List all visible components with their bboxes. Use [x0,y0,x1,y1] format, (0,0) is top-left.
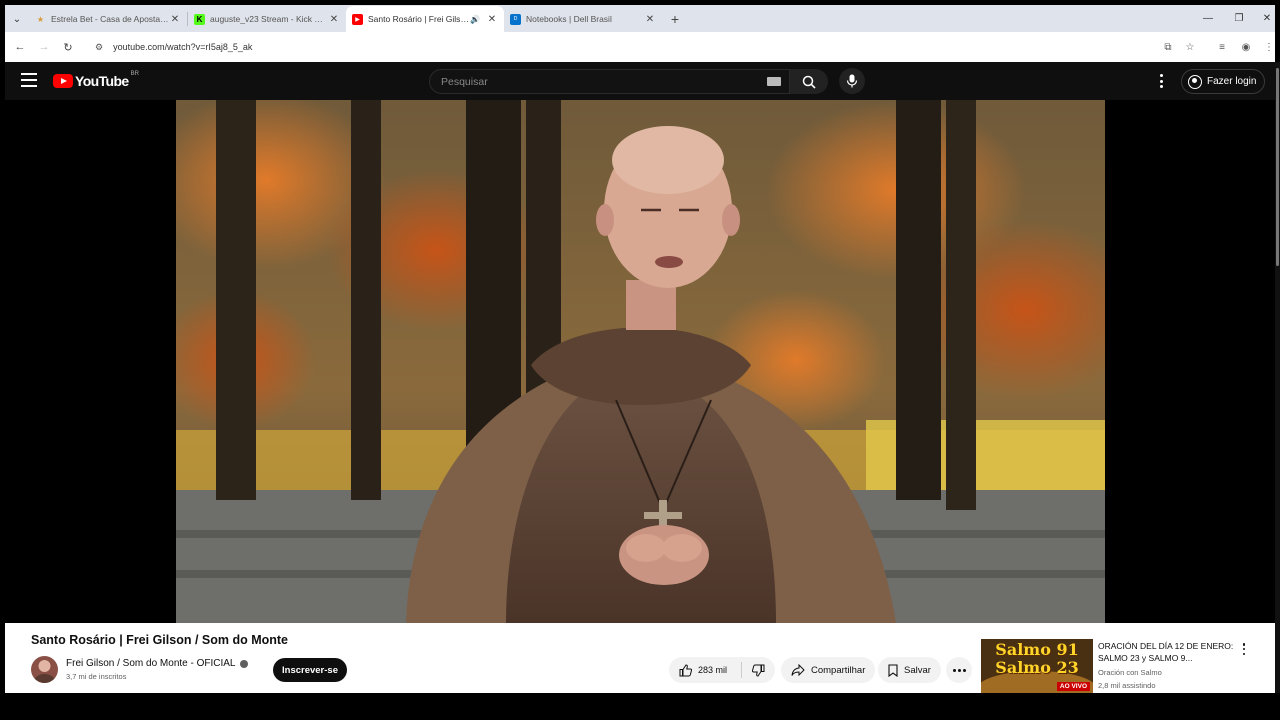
browser-toolbar: ← → ↻ ⚙ youtube.com/watch?v=rI5aj8_5_ak … [5,32,1275,62]
channel-name[interactable]: Frei Gilson / Som do Monte - OFICIAL [66,658,248,669]
tab-title: Santo Rosário | Frei Gilson / [368,14,471,24]
dell-favicon-icon: D [510,13,521,25]
like-button[interactable]: 283 mil [669,663,741,677]
save-label: Salvar [904,664,931,676]
thumbs-up-icon [679,663,692,676]
tab-kick[interactable]: K auguste_v23 Stream - Kick Dash ✕ [188,6,346,32]
tab-search-dropdown[interactable]: ⌄ [5,6,29,32]
address-bar[interactable]: ⚙ youtube.com/watch?v=rI5aj8_5_ak [89,36,1159,58]
install-app-icon[interactable]: ⧉ [1157,35,1179,59]
recommendation-menu-icon[interactable] [1241,643,1247,655]
video-info: Santo Rosário | Frei Gilson / Som do Mon… [5,623,1275,693]
tab-estrela-bet[interactable]: ★ Estrela Bet - Casa de Aposta Es ✕ [29,6,187,32]
dislike-button[interactable] [742,664,775,677]
media-controls-icon[interactable]: ≡ [1211,35,1233,59]
reload-icon[interactable]: ↻ [56,35,80,59]
video-frame-image [176,100,1105,623]
site-info-icon[interactable]: ⚙ [95,42,103,53]
recommended-channel-name[interactable]: Oración con Salmo [1098,668,1162,677]
thumbnail-text: Salmo 91 [995,640,1079,659]
youtube-favicon-icon: ▶ [352,13,363,25]
tab-title: Estrela Bet - Casa de Aposta Es [51,14,169,24]
tab-youtube[interactable]: ▶ Santo Rosário | Frei Gilson / 🔊 ✕ [346,6,504,32]
search-box [429,69,790,94]
browser-menu-icon[interactable]: ⋮ [1258,35,1280,59]
screen: ⌄ ★ Estrela Bet - Casa de Aposta Es ✕ K … [0,0,1280,720]
video-player[interactable] [176,100,1105,623]
recommended-video-title[interactable]: ORACIÓN DEL DÍA 12 DE ENERO: SALMO 23 y … [1098,640,1238,664]
microphone-icon [846,74,858,88]
save-button[interactable]: Salvar [878,657,941,683]
close-window-icon[interactable]: ✕ [1252,5,1280,32]
country-code: BR [130,71,139,77]
minimize-icon[interactable]: — [1193,5,1223,32]
star-favicon-icon: ★ [36,14,45,24]
share-arrow-icon [791,664,805,676]
thumbs-down-icon [752,664,765,677]
video-title: Santo Rosário | Frei Gilson / Som do Mon… [31,633,288,647]
menu-icon[interactable] [21,73,37,87]
close-tab-icon[interactable]: ✕ [486,14,498,25]
account-circle-icon [1188,74,1202,89]
search-input[interactable] [441,75,767,88]
recommended-video-thumbnail[interactable]: Salmo 91 Salmo 23 AO VIVO [981,639,1093,693]
youtube-logo[interactable]: YouTube BR [53,71,139,89]
youtube-header: YouTube BR Fazer login [5,62,1275,100]
like-count: 283 mil [698,665,728,675]
close-tab-icon[interactable]: ✕ [169,14,181,25]
logo-text: YouTube [75,73,129,89]
sign-in-button[interactable]: Fazer login [1181,69,1265,94]
share-label: Compartilhar [811,664,866,676]
url-text: youtube.com/watch?v=rI5aj8_5_ak [113,42,253,52]
verified-check-icon [239,659,248,668]
close-tab-icon[interactable]: ✕ [328,14,340,25]
settings-kebab-icon[interactable] [1155,73,1167,89]
subscribe-button[interactable]: Inscrever-se [273,658,347,682]
bookmark-star-icon[interactable]: ☆ [1179,35,1201,59]
thumbnail-text: Salmo 23 [995,658,1079,677]
more-actions-button[interactable] [946,657,972,683]
profile-icon[interactable]: ◉ [1235,35,1257,59]
tab-title: auguste_v23 Stream - Kick Dash [210,14,328,24]
subscriber-count: 3,7 mi de inscritos [66,672,127,681]
channel-avatar[interactable] [31,656,58,683]
forward-arrow-icon[interactable]: → [32,35,56,59]
share-button[interactable]: Compartilhar [781,657,876,683]
kick-favicon-icon: K [194,13,205,25]
youtube-play-icon [53,74,73,88]
tab-title: Notebooks | Dell Brasil [526,14,612,24]
bookmark-icon [888,663,898,677]
voice-search-button[interactable] [839,68,865,94]
speaker-icon[interactable]: 🔊 [470,15,480,24]
back-arrow-icon[interactable]: ← [8,35,32,59]
restore-icon[interactable]: ❐ [1224,5,1254,32]
viewer-count: 2,8 mil assistindo [1098,681,1156,690]
search-button[interactable] [790,69,828,94]
search-icon [802,75,816,89]
channel-name-text: Frei Gilson / Som do Monte - OFICIAL [66,658,236,669]
tab-dell[interactable]: D Notebooks | Dell Brasil ✕ [504,6,662,32]
sign-in-label: Fazer login [1207,76,1257,87]
close-tab-icon[interactable]: ✕ [644,14,656,25]
video-player-container [5,100,1275,623]
scrollbar-thumb[interactable] [1276,68,1279,266]
keyboard-icon[interactable] [767,77,781,86]
live-badge: AO VIVO [1056,682,1090,691]
tab-strip: ⌄ ★ Estrela Bet - Casa de Aposta Es ✕ K … [5,5,1275,32]
like-dislike-group: 283 mil [669,657,775,683]
new-tab-button[interactable]: + [662,6,688,32]
